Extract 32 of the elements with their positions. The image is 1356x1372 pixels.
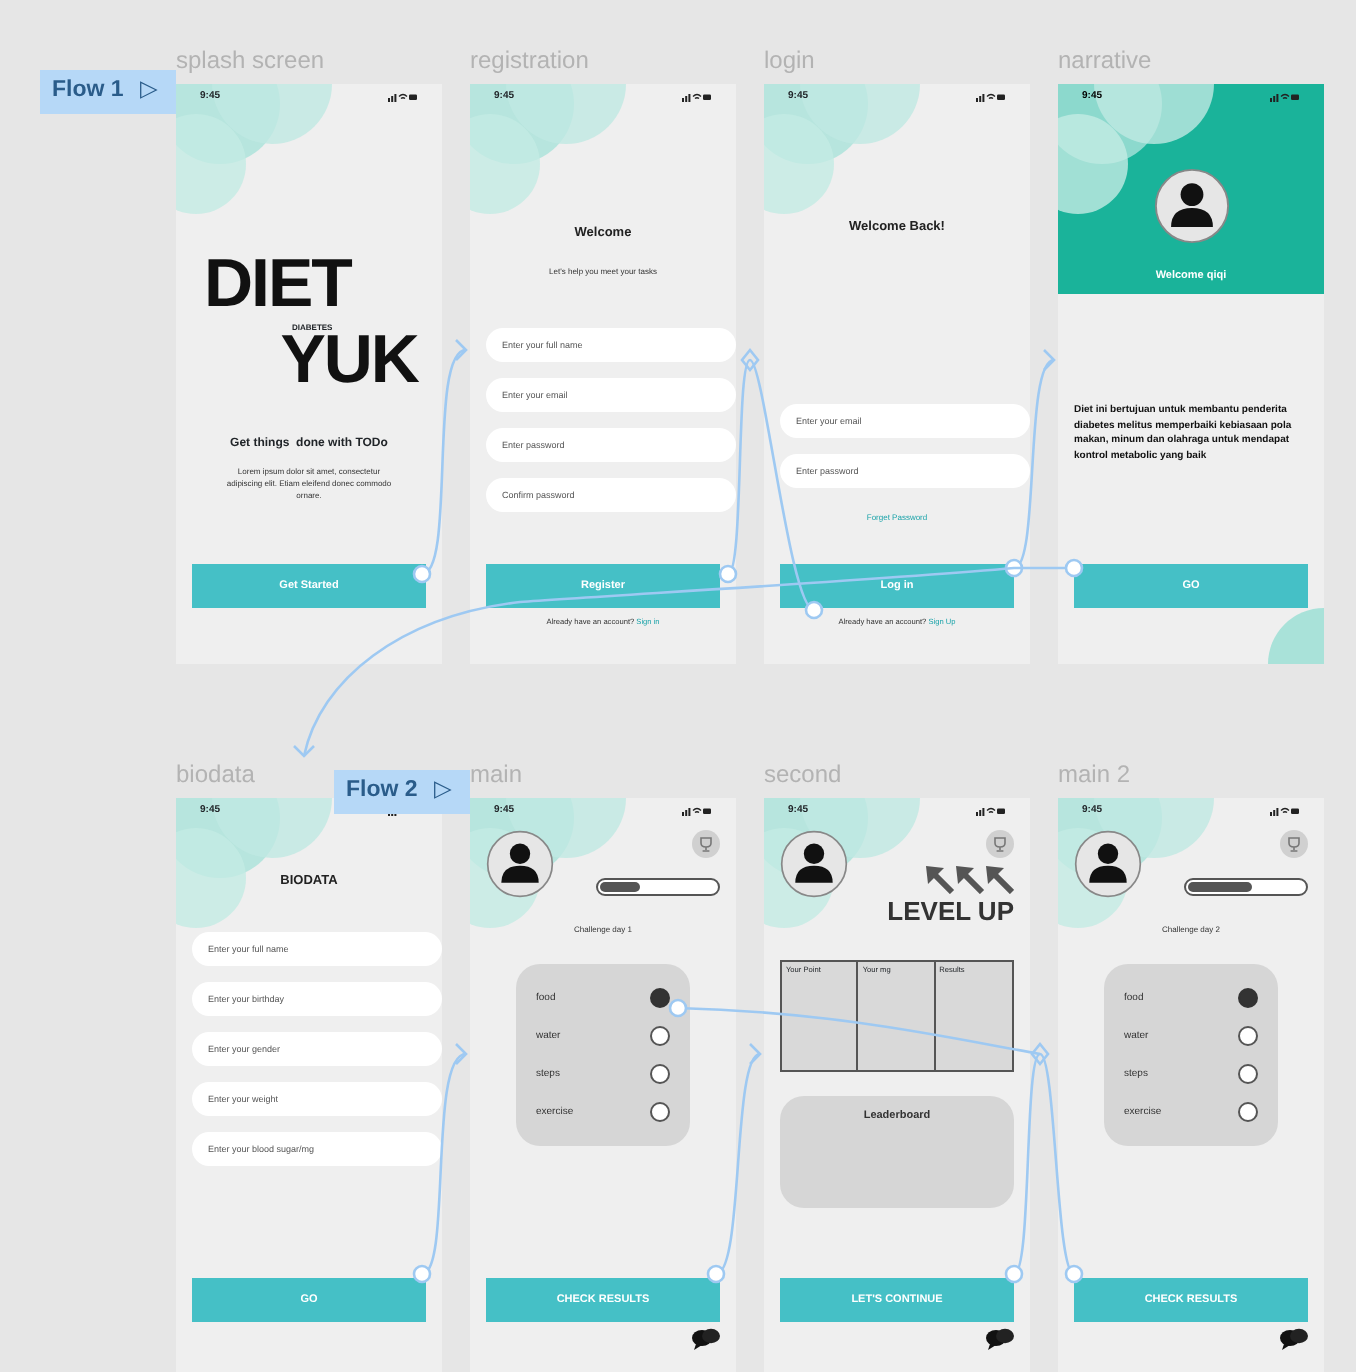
arrows-icon [922,862,1014,894]
task-radio[interactable] [1238,988,1258,1008]
status-icons-drawing [976,91,1006,101]
status-icons-drawing [1270,805,1300,815]
task-radio[interactable] [650,1026,670,1046]
task-radio[interactable] [1238,1102,1258,1122]
status-icons-drawing [682,91,712,101]
app-title: DIET [204,252,351,316]
chat-icon [1278,1326,1308,1350]
task-radio[interactable] [650,988,670,1008]
status-icons-drawing [388,91,418,101]
flow-label[interactable]: Flow 2 ▷ [334,770,470,814]
avatar-icon [1074,830,1142,898]
status-icons-drawing [976,805,1006,815]
trophy-icon [692,830,720,858]
avatar-icon [486,830,554,898]
avatar-icon [1153,168,1229,244]
trophy-icon [1280,830,1308,858]
flow-label[interactable]: Flow 1 ▷ [40,70,176,114]
status-icons-drawing [1270,91,1300,101]
task-radio[interactable] [1238,1026,1258,1046]
trophy-icon [986,830,1014,858]
chat-icon [690,1326,720,1350]
task-radio[interactable] [1238,1064,1258,1084]
level-up-title: LEVEL UP [887,898,1014,924]
chat-icon [984,1326,1014,1350]
task-radio[interactable] [650,1064,670,1084]
status-icons-drawing [682,805,712,815]
avatar-icon [780,830,848,898]
app-title: YUK [280,328,418,392]
task-radio[interactable] [650,1102,670,1122]
decor-circle-drawing [1264,604,1324,664]
